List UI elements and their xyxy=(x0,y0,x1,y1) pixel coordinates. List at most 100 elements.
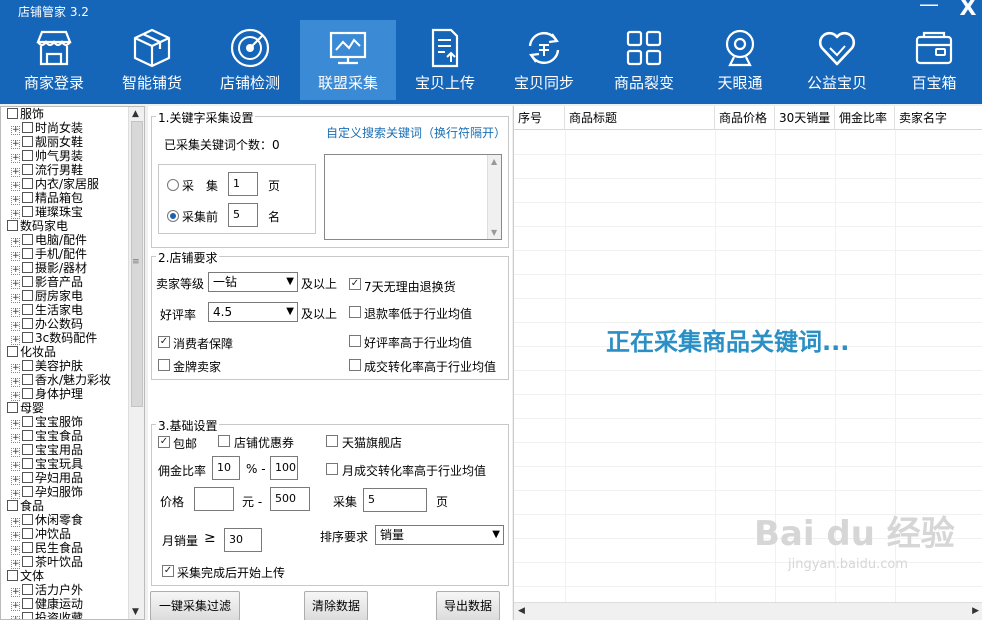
tree-item[interactable]: + 影音产品 xyxy=(1,275,129,289)
tree-item[interactable]: + 璀璨珠宝 xyxy=(1,205,129,219)
checkbox-icon[interactable] xyxy=(22,430,33,441)
checkbox-icon[interactable] xyxy=(22,416,33,427)
column-header-price[interactable]: 商品价格 xyxy=(715,106,775,130)
expand-icon[interactable]: + xyxy=(11,238,20,247)
radio-collect-top[interactable] xyxy=(167,210,179,222)
checkbox-icon[interactable] xyxy=(22,542,33,553)
checkbox-icon[interactable] xyxy=(22,486,33,497)
checkbox-icon[interactable] xyxy=(22,136,33,147)
checkbox-icon[interactable] xyxy=(22,304,33,315)
column-header-seller[interactable]: 卖家名字 xyxy=(895,106,982,130)
monthly-sales-input[interactable]: 30 xyxy=(224,528,262,552)
tree-category[interactable]: 文体 xyxy=(1,569,129,583)
free-shipping-checkbox[interactable]: ✓ xyxy=(158,436,170,448)
monthly-conversion-checkbox[interactable] xyxy=(326,463,338,475)
checkbox-icon[interactable] xyxy=(22,262,33,273)
tree-item[interactable]: + 流行男鞋 xyxy=(1,163,129,177)
expand-icon[interactable]: + xyxy=(11,252,20,261)
consumer-guarantee-checkbox[interactable]: ✓ xyxy=(158,336,170,348)
tree-item[interactable]: + 帅气男装 xyxy=(1,149,129,163)
scroll-down-icon[interactable]: ▼ xyxy=(491,228,497,237)
checkbox-icon[interactable] xyxy=(22,178,33,189)
tree-scrollbar[interactable]: ▲ ≡ ▼ xyxy=(128,107,144,619)
export-data-button[interactable]: 导出数据 xyxy=(436,591,500,620)
clear-data-button[interactable]: 清除数据 xyxy=(304,591,368,620)
expand-icon[interactable]: + xyxy=(11,210,20,219)
expand-icon[interactable]: + xyxy=(11,546,20,555)
checkbox-icon[interactable] xyxy=(7,346,18,357)
checkbox-icon[interactable] xyxy=(7,220,18,231)
expand-icon[interactable]: + xyxy=(11,532,20,541)
checkbox-icon[interactable] xyxy=(22,458,33,469)
tree-item[interactable]: + 活力户外 xyxy=(1,583,129,597)
tab-charity-item[interactable]: 公益宝贝 xyxy=(789,20,885,100)
checkbox-icon[interactable] xyxy=(22,276,33,287)
expand-icon[interactable]: + xyxy=(11,182,20,191)
checkbox-icon[interactable] xyxy=(22,150,33,161)
tree-item[interactable]: + 宝宝服饰 xyxy=(1,415,129,429)
price-max-input[interactable]: 500 xyxy=(270,487,310,511)
one-click-filter-button[interactable]: 一键采集过滤 xyxy=(150,591,240,620)
tree-item[interactable]: + 民生食品 xyxy=(1,541,129,555)
collect-top-input[interactable]: 5 xyxy=(228,203,258,227)
tree-item[interactable]: + 孕妇服饰 xyxy=(1,485,129,499)
tree-item[interactable]: + 靓丽女鞋 xyxy=(1,135,129,149)
tree-item[interactable]: + 内衣/家居服 xyxy=(1,177,129,191)
tree-item[interactable]: + 休闲零食 xyxy=(1,513,129,527)
collect-pages-basic-input[interactable]: 5 xyxy=(363,488,427,512)
expand-icon[interactable]: + xyxy=(11,154,20,163)
minimize-button[interactable]: — xyxy=(918,0,940,16)
collect-pages-input[interactable]: 1 xyxy=(228,172,258,196)
tab-item-split[interactable]: 商品裂变 xyxy=(596,20,692,100)
radio-collect-pages[interactable] xyxy=(167,179,179,191)
upload-after-checkbox[interactable]: ✓ xyxy=(162,565,174,577)
tree-item[interactable]: + 宝宝玩具 xyxy=(1,457,129,471)
rating-select[interactable]: 4.5 ▼ xyxy=(208,302,298,322)
expand-icon[interactable]: + xyxy=(11,294,20,303)
expand-icon[interactable]: + xyxy=(11,448,20,457)
expand-icon[interactable]: + xyxy=(11,616,20,619)
commission-max-input[interactable]: 100 xyxy=(270,456,298,480)
shop-coupon-checkbox[interactable] xyxy=(218,435,230,447)
checkbox-icon[interactable] xyxy=(22,192,33,203)
checkbox-icon[interactable] xyxy=(22,388,33,399)
tree-item[interactable]: + 健康运动 xyxy=(1,597,129,611)
expand-icon[interactable]: + xyxy=(11,392,20,401)
return7-checkbox[interactable]: ✓ xyxy=(349,278,361,290)
expand-icon[interactable]: + xyxy=(11,420,20,429)
expand-icon[interactable]: + xyxy=(11,280,20,289)
checkbox-icon[interactable] xyxy=(22,122,33,133)
tab-treasure-box[interactable]: 百宝箱 xyxy=(886,20,982,100)
tree-item[interactable]: + 身体护理 xyxy=(1,387,129,401)
tab-smart-listing[interactable]: 智能铺货 xyxy=(104,20,200,100)
tree-item[interactable]: + 摄影/器材 xyxy=(1,261,129,275)
expand-icon[interactable]: + xyxy=(11,518,20,527)
expand-icon[interactable]: + xyxy=(11,462,20,471)
checkbox-icon[interactable] xyxy=(22,248,33,259)
commission-min-input[interactable]: 10 xyxy=(212,456,240,480)
expand-icon[interactable]: + xyxy=(11,196,20,205)
column-header-index[interactable]: 序号 xyxy=(514,106,565,130)
tree-item[interactable]: + 孕妇用品 xyxy=(1,471,129,485)
tab-merchant-login[interactable]: 商家登录 xyxy=(6,20,102,100)
refund-rate-checkbox[interactable] xyxy=(349,306,361,318)
scroll-up-icon[interactable]: ▲ xyxy=(491,157,497,166)
checkbox-icon[interactable] xyxy=(22,360,33,371)
checkbox-icon[interactable] xyxy=(7,570,18,581)
checkbox-icon[interactable] xyxy=(22,234,33,245)
column-header-sales[interactable]: 30天销量 xyxy=(775,106,835,130)
expand-icon[interactable]: + xyxy=(11,434,20,443)
tab-item-upload[interactable]: 宝贝上传 xyxy=(397,20,493,100)
sort-select[interactable]: 销量 ▼ xyxy=(375,525,504,545)
checkbox-icon[interactable] xyxy=(7,402,18,413)
tree-item[interactable]: + 时尚女装 xyxy=(1,121,129,135)
tree-item[interactable]: + 香水/魅力彩妆 xyxy=(1,373,129,387)
checkbox-icon[interactable] xyxy=(22,472,33,483)
tree-item[interactable]: + 精品箱包 xyxy=(1,191,129,205)
tree-item[interactable]: +3c数码配件 xyxy=(1,331,129,345)
tree-item[interactable]: + 手机/配件 xyxy=(1,247,129,261)
expand-icon[interactable]: + xyxy=(11,378,20,387)
tree-item[interactable]: + 投资收藏 xyxy=(1,611,129,619)
checkbox-icon[interactable] xyxy=(22,444,33,455)
expand-icon[interactable]: + xyxy=(11,560,20,569)
